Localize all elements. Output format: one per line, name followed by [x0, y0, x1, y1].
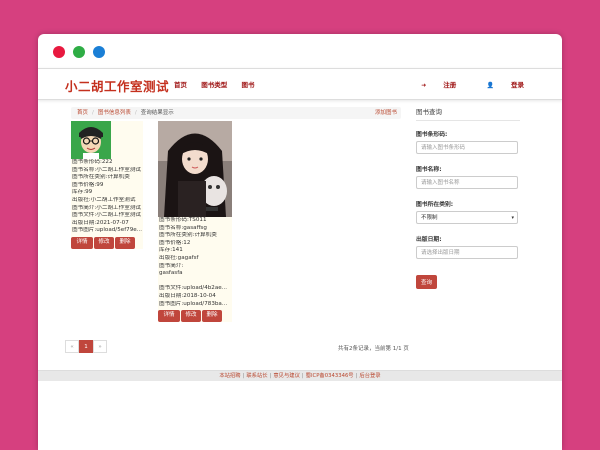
window-titlebar: [38, 34, 562, 68]
edit-button[interactable]: 修改: [181, 310, 201, 322]
book-name: 图书名称:小二胡工作室测试: [72, 166, 142, 173]
edit-button[interactable]: 修改: [94, 236, 114, 249]
name-label: 图书名称:: [416, 167, 442, 173]
footer-separator: |: [269, 373, 272, 379]
book-info: 图书条形码:TS011 图书名称:gasaffsg 图书所在类别:计算机类 图书…: [158, 217, 232, 308]
book-intro: 图书简介:小二胡工作室测试: [72, 204, 142, 211]
book-image-path: 图书图片:upload/5ef79e...: [72, 227, 142, 234]
site-brand[interactable]: 小二胡工作室测试: [65, 76, 169, 95]
nav-account: ➜ 注册 👤 登录: [393, 79, 524, 89]
page-1-button[interactable]: 1: [79, 340, 93, 353]
register-link[interactable]: ➜ 注册: [407, 81, 456, 89]
book-actions: 详情 修改 删除: [158, 310, 232, 322]
user-icon: 👤: [486, 82, 494, 89]
book-stock: 库存:99: [72, 189, 93, 196]
footer-separator: |: [355, 373, 358, 379]
detail-button[interactable]: 详情: [71, 236, 93, 249]
breadcrumb-separator: /: [134, 110, 137, 116]
maximize-window-dot[interactable]: [93, 46, 105, 58]
footer-contact-link[interactable]: 联系站长: [246, 373, 267, 379]
breadcrumb-current: 查询结果显示: [140, 110, 174, 116]
footer-separator: |: [301, 373, 304, 379]
publish-date-label: 出版日期:: [416, 237, 442, 243]
breadcrumb-home[interactable]: 首页: [77, 110, 88, 116]
book-card: 图书条形码:222 图书名称:小二胡工作室测试 图书所在类别:计算机类 图书价格…: [71, 121, 143, 249]
nav-home[interactable]: 首页: [174, 81, 187, 89]
page-info: 共有2条记录，当前第 1/1 页: [338, 346, 409, 352]
book-image-avatar[interactable]: [71, 121, 111, 159]
nav-book[interactable]: 图书: [242, 81, 255, 89]
book-card: 图书条形码:TS011 图书名称:gasaffsg 图书所在类别:计算机类 图书…: [158, 121, 232, 322]
book-barcode: 图书条形码:222: [72, 159, 113, 165]
breadcrumb-list[interactable]: 图书信息列表: [98, 110, 131, 116]
book-search-panel: 图书查询 图书条形码: 请输入图书条形码 图书名称: 请输入图书名称 图书所在类…: [416, 106, 520, 289]
book-intro: 图书简介:: [159, 262, 184, 269]
browser-window: 小二胡工作室测试 首页 图书类型 图书 ➜ 注册 👤 登录 首页 / 图书信息列表 / 查询…: [38, 34, 562, 450]
book-stock: 库存:141: [159, 247, 183, 254]
barcode-input[interactable]: 请输入图书条形码: [416, 141, 518, 154]
close-window-dot[interactable]: [53, 46, 65, 58]
footer-separator: |: [242, 373, 245, 379]
publish-date-input[interactable]: 请选择出版日期: [416, 246, 518, 259]
pagination: « 1 »: [65, 340, 107, 353]
footer: 本站招聘 | 联系站长 | 意见与建议 | 蜀ICP备0343346号 | 后台登录: [38, 370, 562, 381]
prev-page-button[interactable]: «: [65, 340, 79, 353]
book-actions: 详情 修改 删除: [71, 236, 143, 249]
login-label: 登录: [511, 81, 524, 89]
register-label: 注册: [443, 81, 457, 89]
book-publish-date: 出版日期:2021-07-07: [72, 219, 129, 226]
book-category: 图书所在类别:计算机类: [159, 232, 217, 239]
book-blank-line: [159, 278, 231, 286]
minimize-window-dot[interactable]: [73, 46, 85, 58]
book-barcode: 图书条形码:TS011: [159, 217, 207, 223]
search-panel-title: 图书查询: [416, 106, 520, 121]
footer-feedback-link[interactable]: 意见与建议: [273, 373, 300, 379]
breadcrumb-separator: /: [92, 110, 94, 116]
search-button[interactable]: 查询: [416, 275, 438, 289]
detail-button[interactable]: 详情: [158, 310, 180, 322]
book-intro-text: gasfasfa: [159, 270, 183, 277]
breadcrumb: 首页 / 图书信息列表 / 查询结果显示 添加图书: [71, 107, 401, 119]
footer-jobs-link[interactable]: 本站招聘: [219, 373, 240, 379]
book-price: 图书价格:12: [159, 239, 191, 246]
name-input[interactable]: 请输入图书名称: [416, 176, 518, 189]
delete-button[interactable]: 删除: [202, 310, 222, 322]
book-image-photo[interactable]: [158, 121, 232, 217]
book-file: 图书文件:小二胡工作室测试: [72, 212, 142, 219]
next-page-button[interactable]: »: [93, 340, 107, 353]
footer-admin-link[interactable]: 后台登录: [359, 373, 380, 379]
footer-icp-link[interactable]: 蜀ICP备0343346号: [306, 373, 354, 379]
book-category: 图书所在类别:计算机类: [72, 174, 130, 181]
sign-in-icon: ➜: [421, 82, 427, 89]
book-name: 图书名称:gasaffsg: [159, 224, 207, 231]
nav-links: 首页 图书类型 图书: [174, 79, 267, 89]
book-file: 图书文件:upload/4b2ae...: [159, 285, 228, 292]
book-image-path: 图书图片:upload/783ba...: [159, 300, 228, 307]
nav-book-type[interactable]: 图书类型: [201, 81, 227, 89]
book-price: 图书价格:99: [72, 181, 104, 188]
book-publish-date: 出版日期:2018-10-04: [159, 292, 216, 299]
category-select[interactable]: 不限制 ▾: [416, 211, 518, 224]
top-navbar: 小二胡工作室测试 首页 图书类型 图书 ➜ 注册 👤 登录: [38, 68, 562, 100]
add-book-link[interactable]: 添加图书: [375, 107, 397, 119]
book-info: 图书条形码:222 图书名称:小二胡工作室测试 图书所在类别:计算机类 图书价格…: [71, 159, 143, 235]
barcode-label: 图书条形码:: [416, 132, 448, 138]
book-publisher: 出版社:gagafsf: [159, 254, 199, 261]
category-selected-value: 不限制: [421, 215, 438, 221]
delete-button[interactable]: 删除: [115, 236, 135, 249]
category-label: 图书所在类别:: [416, 202, 454, 208]
chevron-down-icon: ▾: [511, 215, 514, 221]
book-publisher: 出版社:小二胡工作室测试: [72, 196, 136, 203]
login-link[interactable]: 👤 登录: [473, 81, 524, 89]
